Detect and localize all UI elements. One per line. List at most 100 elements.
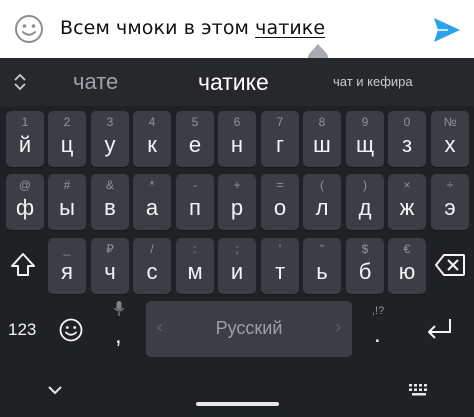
key-label: л xyxy=(315,195,329,220)
key[interactable]: $ б xyxy=(346,238,384,294)
key[interactable]: * а xyxy=(133,174,171,230)
keyboard: чате чатике чат и кефира 1й 2ц 3у 4к 5е … xyxy=(0,58,474,417)
suggestion-item[interactable]: чат и кефира xyxy=(333,74,413,89)
key-label: и xyxy=(230,259,244,284)
key[interactable]: 5е xyxy=(176,111,214,167)
key[interactable]: № х xyxy=(431,111,469,167)
key-hint: 5 xyxy=(191,115,199,129)
chevron-right-icon: › xyxy=(334,317,342,338)
key[interactable]: + р xyxy=(218,174,256,230)
key-hint: = xyxy=(276,178,284,192)
key-hint: + xyxy=(233,178,241,192)
home-indicator[interactable] xyxy=(196,402,279,406)
key-hint: # xyxy=(63,178,71,192)
key[interactable]: # ы xyxy=(48,174,86,230)
key[interactable]: 4к xyxy=(133,111,171,167)
key-hint: 2 xyxy=(63,115,71,129)
key[interactable]: 0з xyxy=(388,111,426,167)
period-label: . xyxy=(374,321,381,348)
key-label: б xyxy=(358,259,372,284)
shift-arrow-icon[interactable] xyxy=(8,250,38,280)
key[interactable]: 3у xyxy=(91,111,129,167)
key[interactable]: -п xyxy=(176,174,214,230)
key[interactable]: _ я xyxy=(48,238,86,294)
key-label: р xyxy=(230,195,244,220)
comma-label: , xyxy=(115,322,122,349)
key[interactable]: ' т xyxy=(261,238,299,294)
key-label: х xyxy=(444,132,456,157)
key-hint: ₽ xyxy=(106,242,114,256)
key-hint: 3 xyxy=(106,115,114,129)
key-hint: * xyxy=(149,178,155,192)
key[interactable]: € ю xyxy=(388,238,426,294)
message-text: Всем чмоки в этом xyxy=(60,17,256,39)
key[interactable]: 1й xyxy=(6,111,44,167)
key-hint: € xyxy=(403,242,411,256)
key-label: ы xyxy=(59,195,75,220)
key-label: д xyxy=(358,195,372,220)
key-label: ш xyxy=(313,132,331,157)
suggestion-item[interactable]: чате xyxy=(73,69,118,95)
key-hint: 6 xyxy=(233,115,241,129)
key-hint: $ xyxy=(361,242,369,256)
key-label: з xyxy=(401,132,413,157)
key-label: п xyxy=(189,195,201,220)
expand-chevrons-icon[interactable] xyxy=(10,72,30,92)
key[interactable]: × ж xyxy=(388,174,426,230)
key[interactable]: 2ц xyxy=(48,111,86,167)
key[interactable]: = о xyxy=(261,174,299,230)
smiley-face-icon[interactable] xyxy=(14,14,44,44)
key-label: о xyxy=(273,195,287,220)
key[interactable]: & в xyxy=(91,174,129,230)
key-label: ж xyxy=(399,195,415,220)
key-label: щ xyxy=(355,132,375,157)
suggestion-bar: чате чатике чат и кефира xyxy=(0,58,474,106)
key-hint: № xyxy=(443,115,457,129)
key-hint: ' xyxy=(278,242,282,256)
key[interactable]: 8ш xyxy=(303,111,341,167)
key-hint: ; xyxy=(235,242,239,256)
chevron-down-icon[interactable] xyxy=(45,383,65,397)
key-label: ц xyxy=(60,132,74,157)
key-hint: × xyxy=(403,178,411,192)
key[interactable]: ÷ э xyxy=(431,174,469,230)
period-key[interactable]: ,!? . xyxy=(364,305,392,357)
message-input-bar: Всем чмоки в этом чатике xyxy=(0,0,474,69)
comma-key[interactable]: , xyxy=(105,300,133,358)
key-hint: 1 xyxy=(21,115,29,129)
key-label: э xyxy=(444,195,456,220)
smiley-face-icon[interactable] xyxy=(58,317,84,343)
keyboard-switch-icon[interactable] xyxy=(408,382,430,396)
key[interactable]: 9щ xyxy=(346,111,384,167)
enter-return-icon[interactable] xyxy=(424,316,454,342)
key[interactable]: (л xyxy=(303,174,341,230)
key[interactable]: / с xyxy=(133,238,171,294)
key[interactable]: 7г xyxy=(261,111,299,167)
key-hint: 9 xyxy=(361,115,369,129)
key[interactable]: :м xyxy=(176,238,214,294)
key-hint: _ xyxy=(63,242,71,256)
key-label: й xyxy=(18,132,32,157)
key-label: я xyxy=(61,259,73,284)
backspace-icon[interactable] xyxy=(434,252,466,278)
composing-word: чатике xyxy=(255,17,326,39)
key-hint: ) xyxy=(363,178,367,192)
key-label: г xyxy=(275,132,285,157)
key[interactable]: " ь xyxy=(303,238,341,294)
send-arrow-icon[interactable] xyxy=(432,16,462,44)
key-hint: & xyxy=(105,178,114,192)
message-text-field[interactable]: Всем чмоки в этом чатике xyxy=(60,17,325,39)
key[interactable]: ; и xyxy=(218,238,256,294)
space-bar[interactable]: ‹ Русский › xyxy=(146,301,352,357)
key-label: у xyxy=(104,132,116,157)
numbers-key[interactable]: 123 xyxy=(8,320,36,340)
key-label: т xyxy=(274,259,286,284)
key-label: н xyxy=(230,132,244,157)
space-language-label: Русский xyxy=(215,318,283,338)
key[interactable]: 6н xyxy=(218,111,256,167)
suggestion-item-primary[interactable]: чатике xyxy=(198,69,269,96)
key[interactable]: ) д xyxy=(346,174,384,230)
key[interactable]: ₽ ч xyxy=(91,238,129,294)
key[interactable]: @ ф xyxy=(6,174,44,230)
key-label: е xyxy=(188,132,202,157)
